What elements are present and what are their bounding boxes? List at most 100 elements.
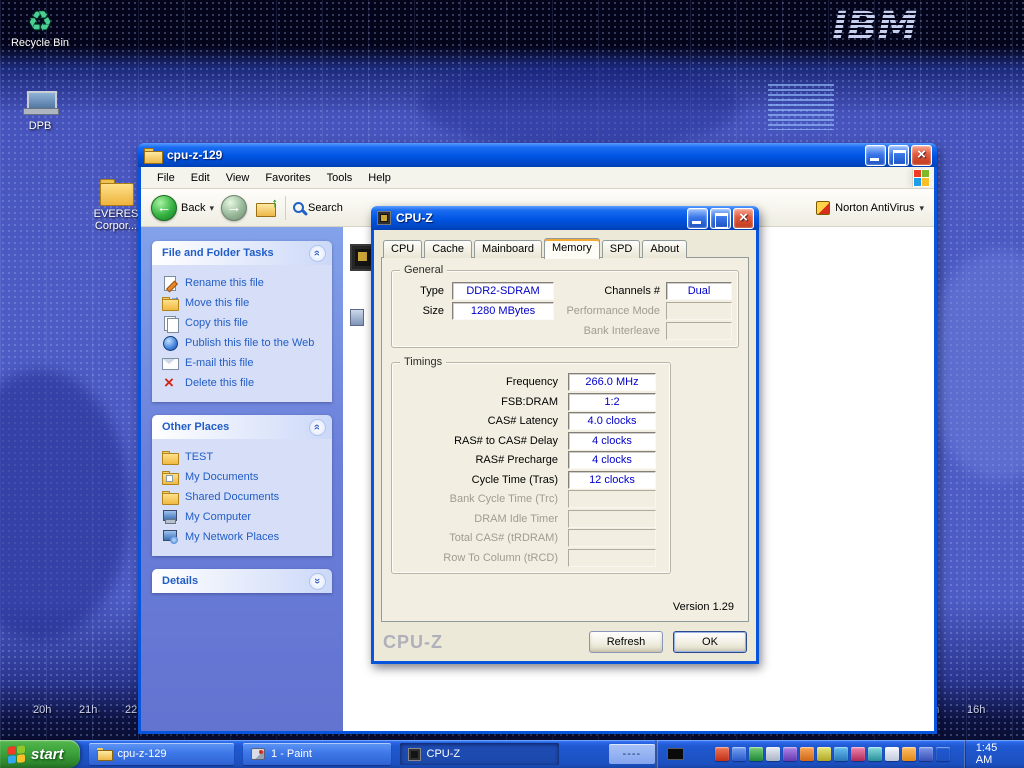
- explorer-titlebar[interactable]: cpu-z-129: [138, 143, 937, 167]
- place-my-network[interactable]: My Network Places: [162, 527, 328, 547]
- taskbar: start cpu-z-129 1 - Paint CPU-Z ---- 1:4…: [0, 740, 1024, 768]
- task-move-file[interactable]: Move this file: [162, 293, 328, 313]
- menu-tools[interactable]: Tools: [319, 169, 361, 187]
- cpuz-titlebar[interactable]: CPU-Z: [371, 206, 759, 230]
- folder-icon: [97, 748, 112, 760]
- tray-icon[interactable]: [749, 747, 763, 761]
- tray-icon[interactable]: [817, 747, 831, 761]
- chevron-up-icon[interactable]: [309, 419, 326, 436]
- details-header[interactable]: Details: [152, 569, 332, 593]
- copy-icon: [162, 316, 178, 330]
- maximize-button[interactable]: [710, 208, 731, 229]
- folder-icon: [162, 450, 178, 464]
- menu-file[interactable]: File: [149, 169, 183, 187]
- menu-help[interactable]: Help: [360, 169, 399, 187]
- map-continent-shape: [420, 60, 740, 150]
- tab-spd[interactable]: SPD: [602, 240, 641, 258]
- move-icon: [162, 296, 178, 310]
- tab-about[interactable]: About: [642, 240, 687, 258]
- task-copy-file[interactable]: Copy this file: [162, 313, 328, 333]
- place-my-documents[interactable]: My Documents: [162, 467, 328, 487]
- back-button[interactable]: Back: [151, 195, 214, 221]
- file-tasks-header[interactable]: File and Folder Tasks: [152, 241, 332, 265]
- menu-favorites[interactable]: Favorites: [257, 169, 318, 187]
- tray-icon[interactable]: [902, 747, 916, 761]
- task-delete-file[interactable]: Delete this file: [162, 373, 328, 393]
- tab-strip: CPU Cache Mainboard Memory SPD About: [381, 237, 749, 258]
- rename-icon: [162, 276, 178, 290]
- tray-icon[interactable]: [732, 747, 746, 761]
- place-shared-documents[interactable]: Shared Documents: [162, 487, 328, 507]
- timing-label: RAS# Precharge: [396, 452, 558, 468]
- timing-value: [568, 529, 656, 547]
- menu-view[interactable]: View: [218, 169, 258, 187]
- desktop-icon-dpb[interactable]: DPB: [4, 88, 76, 132]
- place-my-computer[interactable]: My Computer: [162, 507, 328, 527]
- taskbar-item-paint[interactable]: 1 - Paint: [243, 743, 391, 765]
- norton-icon: [816, 201, 830, 215]
- tray-icon[interactable]: [851, 747, 865, 761]
- tray-icon[interactable]: [800, 747, 814, 761]
- desktop-icon-label: DPB: [4, 120, 76, 132]
- version-text: Version 1.29: [673, 601, 734, 613]
- ok-button[interactable]: OK: [673, 631, 747, 653]
- start-button[interactable]: start: [0, 740, 80, 768]
- refresh-button[interactable]: Refresh: [589, 631, 663, 653]
- tab-mainboard[interactable]: Mainboard: [474, 240, 542, 258]
- delete-x-icon: [162, 376, 178, 390]
- mail-icon: [162, 356, 178, 370]
- close-button[interactable]: [911, 145, 932, 166]
- close-button[interactable]: [733, 208, 754, 229]
- keyboard-layout-icon[interactable]: [667, 748, 684, 760]
- system-tray: [655, 740, 956, 768]
- tray-icon[interactable]: [834, 747, 848, 761]
- tab-cache[interactable]: Cache: [424, 240, 472, 258]
- timezone-label: 21h: [79, 704, 97, 716]
- chevron-down-icon[interactable]: [309, 573, 326, 590]
- taskbar-misc-button[interactable]: ----: [609, 744, 655, 764]
- my-documents-icon: [162, 470, 178, 484]
- place-test[interactable]: TEST: [162, 447, 328, 467]
- task-pane: File and Folder Tasks Rename this file M…: [141, 227, 343, 731]
- type-label: Type: [402, 283, 444, 299]
- tray-icon[interactable]: [936, 747, 950, 761]
- other-places-header[interactable]: Other Places: [152, 415, 332, 439]
- timing-value: 1:2: [568, 393, 656, 411]
- tray-icon[interactable]: [783, 747, 797, 761]
- taskbar-item-cpuz-folder[interactable]: cpu-z-129: [89, 743, 235, 765]
- task-rename-file[interactable]: Rename this file: [162, 273, 328, 293]
- norton-antivirus-menu[interactable]: Norton AntiVirus: [816, 201, 924, 215]
- file-icon[interactable]: [350, 309, 364, 326]
- task-publish-file[interactable]: Publish this file to the Web: [162, 333, 328, 353]
- timing-label: Frequency: [396, 374, 558, 390]
- tray-icon[interactable]: [766, 747, 780, 761]
- taskbar-item-cpuz[interactable]: CPU-Z: [400, 743, 559, 765]
- tray-icon[interactable]: [919, 747, 933, 761]
- timing-value: 4.0 clocks: [568, 412, 656, 430]
- tab-cpu[interactable]: CPU: [383, 240, 422, 258]
- up-folder-button[interactable]: [254, 197, 278, 219]
- chevron-up-icon[interactable]: [309, 245, 326, 262]
- timing-label: Cycle Time (Tras): [396, 472, 558, 488]
- bank-interleave-value: [666, 322, 732, 340]
- performance-mode-value: [666, 302, 732, 320]
- tray-icon[interactable]: [868, 747, 882, 761]
- back-arrow-icon: [151, 195, 177, 221]
- menu-edit[interactable]: Edit: [183, 169, 218, 187]
- minimize-button[interactable]: [865, 145, 886, 166]
- forward-button[interactable]: [221, 195, 247, 221]
- maximize-button[interactable]: [888, 145, 909, 166]
- globe-icon: [162, 336, 178, 350]
- task-email-file[interactable]: E-mail this file: [162, 353, 328, 373]
- minimize-button[interactable]: [687, 208, 708, 229]
- tab-memory[interactable]: Memory: [544, 238, 600, 259]
- size-value: 1280 MBytes: [452, 302, 554, 320]
- cpu-chip-icon: [377, 211, 391, 225]
- laptop-icon: [25, 91, 55, 117]
- tray-icon[interactable]: [885, 747, 899, 761]
- window-title: cpu-z-129: [167, 148, 863, 162]
- svg-text:IBM: IBM: [832, 4, 917, 50]
- desktop-icon-recycle-bin[interactable]: Recycle Bin: [4, 5, 76, 49]
- tray-icon[interactable]: [715, 747, 729, 761]
- search-button[interactable]: Search: [293, 202, 343, 214]
